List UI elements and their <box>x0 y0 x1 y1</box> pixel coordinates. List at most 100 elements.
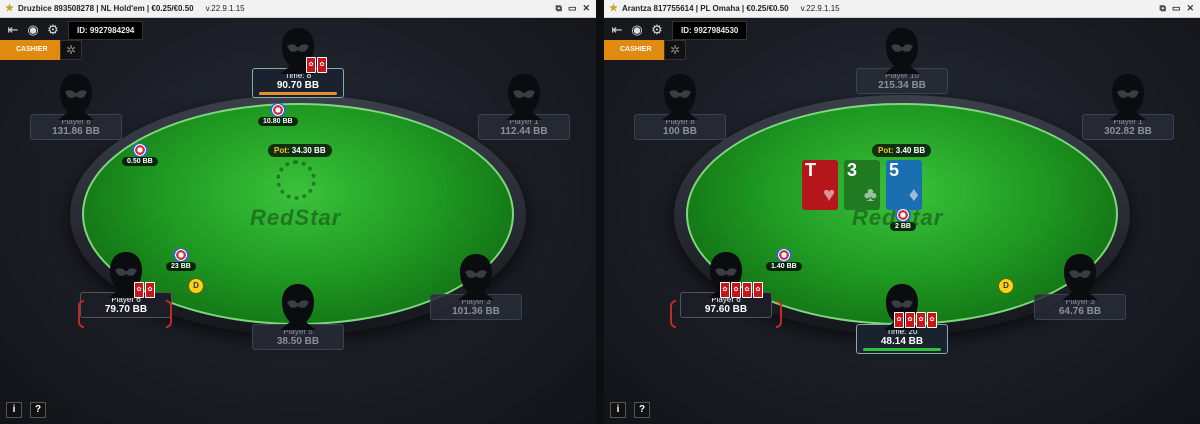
card-back: ✿ <box>927 312 937 328</box>
help-button[interactable]: ? <box>30 402 46 418</box>
stack-amount: 100 BB <box>663 126 697 137</box>
player-avatar <box>1106 72 1150 120</box>
seat-player-3[interactable]: Player 3 64.76 BB <box>1034 252 1126 320</box>
redstar-logo: RedStar <box>250 205 342 230</box>
card-back: ✿ <box>905 312 915 328</box>
board-card-2: 3 ♣ <box>844 160 880 210</box>
seat-hero-top[interactable]: Time: 8 90.70 BB <box>252 26 344 98</box>
card-back: ✿ <box>145 282 155 298</box>
star-icon: ★ <box>609 3 618 14</box>
seat-player-8[interactable]: Player 8 100 BB <box>634 72 726 140</box>
poker-window-holdem: ★ Druzbice 893508278 | NL Hold'em | €0.2… <box>0 0 596 424</box>
stack-amount: 215.34 BB <box>878 80 926 91</box>
bet-amount: 0.50 BB <box>122 157 158 166</box>
chip-icon <box>775 248 792 262</box>
hole-cards: ✿ ✿ <box>134 282 155 298</box>
cashier-button[interactable]: CASHIER <box>0 40 60 60</box>
stack-amount: 90.70 BB <box>276 80 320 91</box>
minimize-icon[interactable]: ▭ <box>1172 3 1181 14</box>
info-button[interactable]: i <box>6 402 22 418</box>
chip-stack-icon[interactable]: ✲ <box>664 40 686 60</box>
player-avatar <box>658 72 702 120</box>
chip-icon <box>894 208 911 222</box>
active-bracket-right <box>776 300 782 328</box>
table-id: ID: 9927984530 <box>672 20 748 40</box>
tile-icon[interactable]: ⧉ <box>1160 3 1166 14</box>
board-card-3: 5 ♦ <box>886 160 922 210</box>
seat-player-8[interactable]: Player 8 131.86 BB <box>30 72 122 140</box>
hole-cards: ✿ ✿ <box>306 57 327 73</box>
card-back: ✿ <box>720 282 730 298</box>
card-back: ✿ <box>731 282 741 298</box>
card-back: ✿ <box>742 282 752 298</box>
chip-icon <box>172 248 189 262</box>
seat-player-1[interactable]: Player 1 112.44 BB <box>478 72 570 140</box>
view-toggle-icon[interactable]: ◉ <box>628 21 646 39</box>
timer-bar <box>259 92 337 95</box>
player-avatar <box>276 282 320 330</box>
chip-stack-icon[interactable]: ✲ <box>60 40 82 60</box>
tile-icon[interactable]: ⧉ <box>556 3 562 14</box>
info-button[interactable]: i <box>610 402 626 418</box>
stack-amount: 302.82 BB <box>1104 126 1152 137</box>
seat-player-5[interactable]: Player 5 38.50 BB <box>252 282 344 350</box>
hole-cards: ✿ ✿ ✿ ✿ <box>720 282 763 298</box>
help-button[interactable]: ? <box>634 402 650 418</box>
player-avatar <box>54 72 98 120</box>
leave-table-icon[interactable]: ⇤ <box>608 21 626 39</box>
card-back: ✿ <box>753 282 763 298</box>
card-back: ✿ <box>317 57 327 73</box>
chip-icon <box>269 103 286 117</box>
seat-player-10[interactable]: Player 10 215.34 BB <box>856 26 948 94</box>
bet-chips: 1.40 BB <box>766 248 802 271</box>
hole-cards: ✿ ✿ ✿ ✿ <box>894 312 937 328</box>
stack-amount: 64.76 BB <box>1058 306 1102 317</box>
active-bracket-right <box>166 300 172 328</box>
settings-gear-icon[interactable]: ⚙ <box>648 21 666 39</box>
player-avatar <box>880 26 924 74</box>
table-id: ID: 9927984294 <box>68 20 144 40</box>
seat-player-1[interactable]: Player 1 302.82 BB <box>1082 72 1174 140</box>
card-back: ✿ <box>894 312 904 328</box>
active-bracket-left <box>78 300 84 328</box>
bet-chips: 2 BB <box>890 208 916 231</box>
bet-chips: 0.50 BB <box>122 143 158 166</box>
dealer-button: D <box>998 278 1014 294</box>
seat-player-6[interactable]: Player 6 79.70 BB <box>80 250 172 318</box>
leave-table-icon[interactable]: ⇤ <box>4 21 22 39</box>
player-avatar <box>502 72 546 120</box>
board-card-1: T ♥ <box>802 160 838 210</box>
bet-amount: 10.80 BB <box>258 117 298 126</box>
title-bar[interactable]: ★ Arantza 817755614 | PL Omaha | €0.25/€… <box>604 0 1200 18</box>
bet-amount: 2 BB <box>890 222 916 231</box>
window-title: Druzbice 893508278 | NL Hold'em | €0.25/… <box>17 4 194 13</box>
stack-amount: 101.36 BB <box>452 306 500 317</box>
redstar-emblem-icon <box>276 160 316 200</box>
star-icon: ★ <box>5 3 14 14</box>
minimize-icon[interactable]: ▭ <box>568 3 577 14</box>
close-icon[interactable]: ✕ <box>1186 3 1194 14</box>
player-avatar <box>1058 252 1102 300</box>
settings-gear-icon[interactable]: ⚙ <box>44 21 62 39</box>
dealer-button: D <box>188 278 204 294</box>
stack-amount: 131.86 BB <box>52 126 100 137</box>
view-toggle-icon[interactable]: ◉ <box>24 21 42 39</box>
stack-amount: 48.14 BB <box>880 336 924 347</box>
pot-display: Pot: 3.40 BB <box>872 144 932 157</box>
bet-chips: 23 BB <box>166 248 196 271</box>
player-avatar <box>454 252 498 300</box>
version-label: v.22.9.1.15 <box>205 4 245 13</box>
cashier-button[interactable]: CASHIER <box>604 40 664 60</box>
card-back: ✿ <box>306 57 316 73</box>
poker-window-omaha: ★ Arantza 817755614 | PL Omaha | €0.25/€… <box>604 0 1200 424</box>
close-icon[interactable]: ✕ <box>582 3 590 14</box>
bet-amount: 1.40 BB <box>766 262 802 271</box>
seat-player-3[interactable]: Player 3 101.36 BB <box>430 252 522 320</box>
card-back: ✿ <box>916 312 926 328</box>
bet-amount: 23 BB <box>166 262 196 271</box>
active-bracket-left <box>670 300 676 328</box>
title-bar[interactable]: ★ Druzbice 893508278 | NL Hold'em | €0.2… <box>0 0 596 18</box>
stack-amount: 38.50 BB <box>276 336 320 347</box>
pot-display: Pot: 34.30 BB <box>268 144 332 157</box>
version-label: v.22.9.1.15 <box>800 4 840 13</box>
